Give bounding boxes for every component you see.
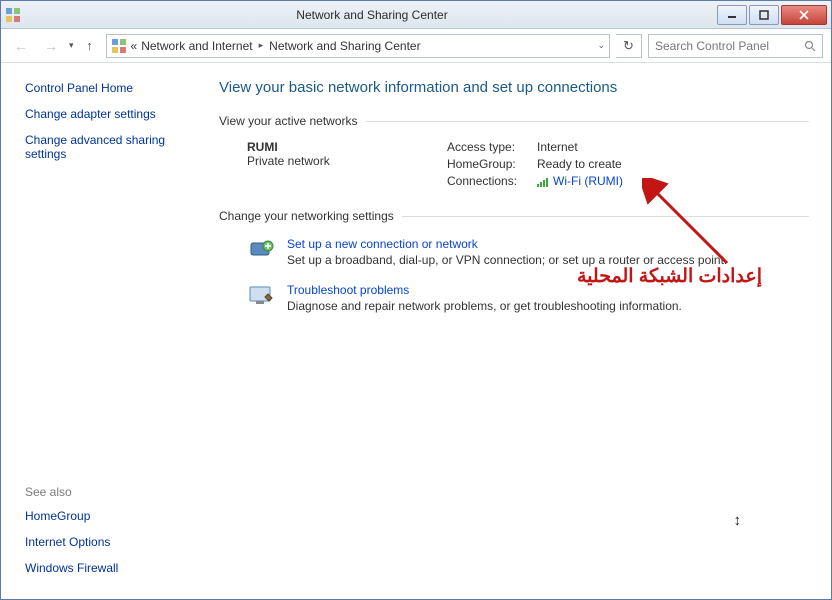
address-dropdown[interactable]: ⌄: [597, 40, 605, 51]
minimize-button[interactable]: [717, 5, 747, 25]
change-adapter-settings-link[interactable]: Change adapter settings: [25, 107, 193, 121]
maximize-button[interactable]: [749, 5, 779, 25]
wifi-signal-icon: [537, 177, 549, 187]
toolbar: ← → ▾ ↑ « Network and Internet ▸ Network…: [1, 29, 831, 63]
network-type: Private network: [247, 154, 447, 168]
access-type-value: Internet: [537, 140, 578, 154]
see-also-windows-firewall[interactable]: Windows Firewall: [25, 561, 193, 575]
control-panel-home-link[interactable]: Control Panel Home: [25, 81, 193, 95]
titlebar[interactable]: Network and Sharing Center: [1, 1, 831, 29]
connection-link[interactable]: Wi-Fi (RUMI): [553, 174, 623, 188]
troubleshoot-icon: [247, 283, 275, 311]
search-input[interactable]: Search Control Panel: [648, 34, 823, 58]
control-panel-icon: [5, 7, 21, 23]
network-details: Access type:Internet HomeGroup:Ready to …: [447, 140, 623, 191]
search-placeholder: Search Control Panel: [655, 39, 769, 53]
see-also-internet-options[interactable]: Internet Options: [25, 535, 193, 549]
up-button[interactable]: ↑: [80, 36, 100, 56]
sidebar: Control Panel Home Change adapter settin…: [1, 63, 207, 599]
main-panel: View your basic network information and …: [207, 63, 831, 599]
resize-cursor-icon: ↕: [734, 512, 742, 529]
annotation-text: إعدادات الشبكة المحلية: [577, 265, 762, 288]
see-also-section: See also HomeGroup Internet Options Wind…: [25, 485, 193, 587]
see-also-label: See also: [25, 485, 193, 499]
see-also-homegroup[interactable]: HomeGroup: [25, 509, 193, 523]
refresh-button[interactable]: ↻: [616, 34, 642, 58]
change-advanced-sharing-link[interactable]: Change advanced sharing settings: [25, 133, 193, 161]
window-controls: [717, 5, 827, 25]
address-bar[interactable]: « Network and Internet ▸ Network and Sha…: [106, 34, 610, 58]
page-heading: View your basic network information and …: [219, 79, 809, 96]
network-name: RUMI: [247, 140, 447, 154]
close-button[interactable]: [781, 5, 827, 25]
breadcrumb-item-2[interactable]: Network and Sharing Center: [269, 39, 420, 53]
connections-label: Connections:: [447, 174, 537, 188]
troubleshoot-desc: Diagnose and repair network problems, or…: [287, 299, 682, 313]
content-area: Control Panel Home Change adapter settin…: [1, 63, 831, 599]
back-button[interactable]: ←: [9, 34, 33, 58]
breadcrumb-item-1[interactable]: Network and Internet: [141, 39, 252, 53]
network-identity: RUMI Private network: [247, 140, 447, 191]
access-type-label: Access type:: [447, 140, 537, 154]
history-dropdown[interactable]: ▾: [69, 40, 74, 51]
breadcrumb-icon: [111, 38, 127, 54]
annotation-arrow-icon: [642, 178, 737, 273]
breadcrumb-overflow[interactable]: «: [131, 39, 138, 53]
forward-button[interactable]: →: [39, 34, 63, 58]
window-frame: Network and Sharing Center ← → ▾ ↑ « Net…: [0, 0, 832, 600]
homegroup-label: HomeGroup:: [447, 157, 537, 171]
chevron-right-icon[interactable]: ▸: [259, 40, 264, 51]
homegroup-link[interactable]: Ready to create: [537, 157, 622, 171]
search-icon: [804, 40, 816, 52]
window-title: Network and Sharing Center: [27, 8, 717, 22]
setup-connection-icon: [247, 237, 275, 265]
active-networks-label: View your active networks: [219, 114, 809, 128]
